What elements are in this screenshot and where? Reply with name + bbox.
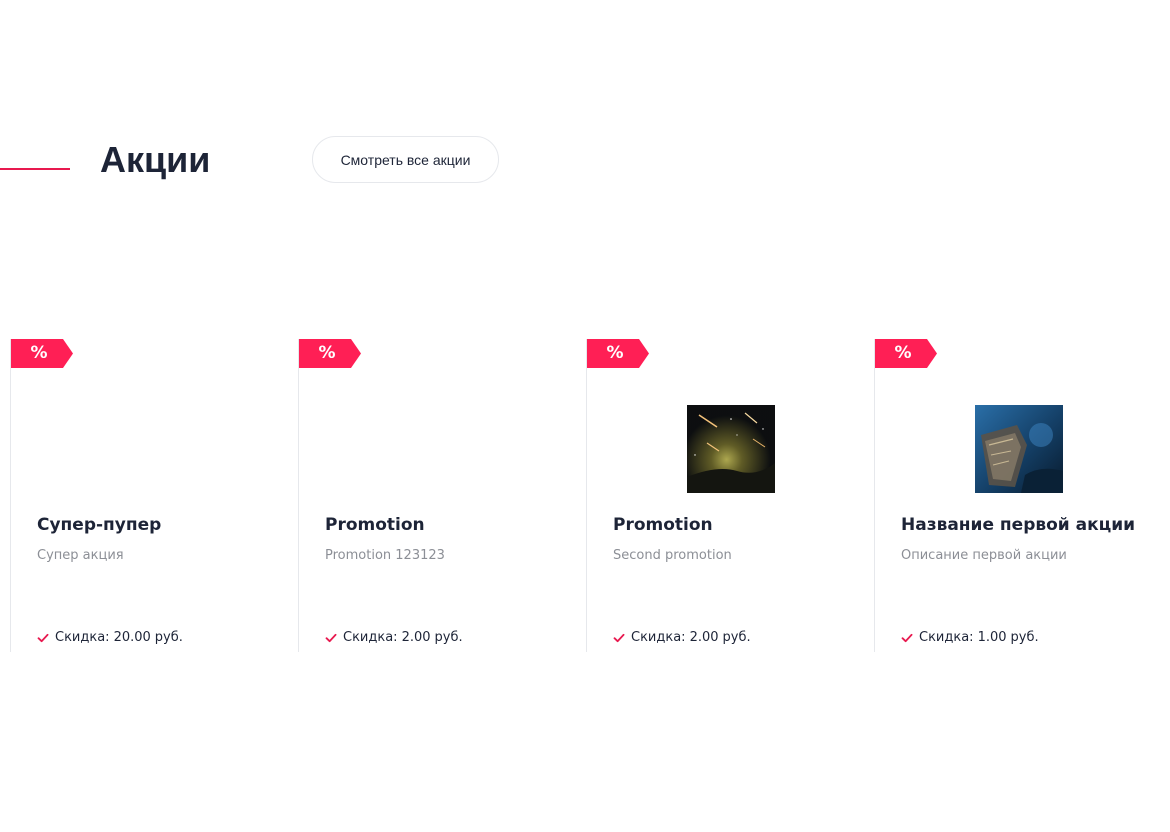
discount-value: 2.00	[689, 630, 719, 645]
discount-label: Скидка:	[919, 630, 974, 645]
discount-badge: %	[299, 339, 361, 368]
discount-label: Скидка:	[343, 630, 398, 645]
promotions-list: % Супер-пупер Супер акция Скидка: 20.00 …	[0, 339, 1170, 652]
discount-value: 1.00	[977, 630, 1007, 645]
check-icon	[37, 632, 49, 644]
promotion-description: Promotion 123123	[325, 548, 445, 563]
discount-value: 20.00	[113, 630, 151, 645]
promotion-card[interactable]: % Promotion Second promotion Скидка: 2.0…	[586, 339, 874, 652]
promotion-title[interactable]: Promotion	[325, 513, 425, 537]
promotion-title[interactable]: Супер-пупер	[37, 513, 161, 537]
promotion-discount: Скидка: 2.00 руб.	[613, 629, 751, 647]
discount-value: 2.00	[401, 630, 431, 645]
promotion-card[interactable]: % Супер-пупер Супер акция Скидка: 20.00 …	[10, 339, 298, 652]
promotion-title[interactable]: Promotion	[613, 513, 713, 537]
check-icon	[325, 632, 337, 644]
check-icon	[613, 632, 625, 644]
check-icon	[901, 632, 913, 644]
discount-currency: руб.	[154, 630, 183, 645]
discount-badge: %	[11, 339, 73, 368]
discount-label: Скидка:	[55, 630, 110, 645]
discount-currency: руб.	[434, 630, 463, 645]
promotion-description: Супер акция	[37, 548, 124, 563]
promotion-description: Second promotion	[613, 548, 732, 563]
discount-currency: руб.	[722, 630, 751, 645]
discount-label: Скидка:	[631, 630, 686, 645]
promotion-title[interactable]: Название первой акции	[901, 513, 1135, 537]
section-accent-line	[0, 168, 70, 170]
promotion-description: Описание первой акции	[901, 548, 1067, 563]
promotion-card[interactable]: % Promotion Promotion 123123 Скидка: 2.0…	[298, 339, 586, 652]
discount-badge: %	[875, 339, 937, 368]
promotion-discount: Скидка: 1.00 руб.	[901, 629, 1039, 647]
discount-currency: руб.	[1010, 630, 1039, 645]
promotion-discount: Скидка: 20.00 руб.	[37, 629, 183, 647]
section-title: Акции	[100, 139, 211, 180]
view-all-promotions-button[interactable]: Смотреть все акции	[312, 136, 499, 183]
shipwreck-underwater-image[interactable]	[975, 405, 1063, 493]
discount-badge: %	[587, 339, 649, 368]
promotion-card[interactable]: % Название первой акции Описание первой …	[874, 339, 1162, 652]
promotion-discount: Скидка: 2.00 руб.	[325, 629, 463, 647]
night-sky-meteors-image[interactable]	[687, 405, 775, 493]
